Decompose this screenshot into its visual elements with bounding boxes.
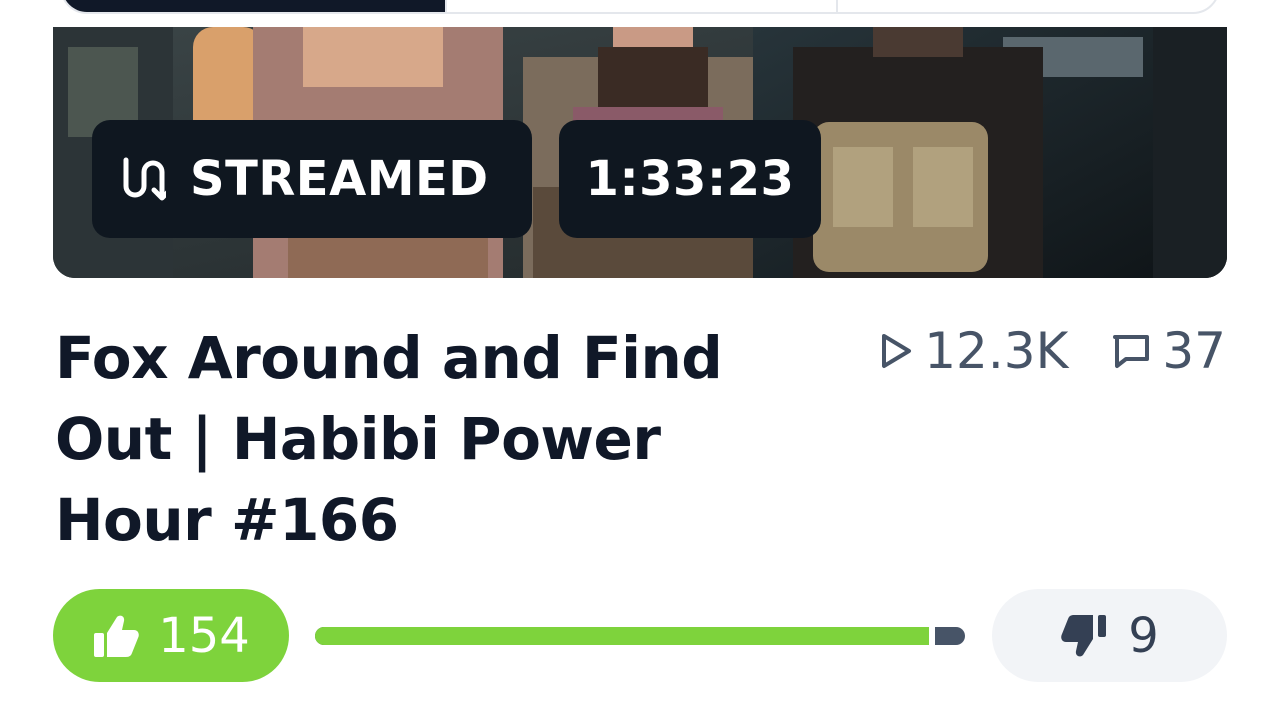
tab-divider	[445, 0, 447, 12]
duration-label: 1:33:23	[585, 151, 795, 207]
duration-badge: 1:33:23	[559, 120, 821, 238]
dislike-button[interactable]: 9	[992, 589, 1227, 682]
streamed-label: STREAMED	[190, 151, 489, 207]
top-tab-bar	[60, 0, 1220, 14]
stream-icon	[123, 157, 166, 201]
play-icon	[882, 334, 912, 368]
tab-active[interactable]	[62, 0, 445, 12]
like-ratio-bar	[315, 627, 965, 645]
views-count: 12.3K	[924, 322, 1069, 380]
streamed-badge: STREAMED	[92, 120, 532, 238]
views-stat: 12.3K	[878, 322, 1068, 380]
video-stats: 12.3K 37	[878, 322, 1226, 380]
thumbs-down-icon	[1061, 614, 1107, 656]
video-thumbnail[interactable]: STREAMED 1:33:23	[53, 27, 1227, 278]
dislikes-count: 9	[1128, 607, 1159, 664]
comments-count: 37	[1162, 322, 1226, 380]
thumbs-up-icon	[94, 615, 139, 657]
video-title[interactable]: Fox Around and Find Out | Habibi Power H…	[55, 318, 815, 561]
comment-icon	[1113, 335, 1150, 368]
comments-stat[interactable]: 37	[1110, 322, 1226, 380]
like-button[interactable]: 154	[53, 589, 289, 682]
like-ratio-fill	[315, 627, 935, 645]
likes-count: 154	[158, 607, 250, 664]
tab-divider	[836, 0, 838, 12]
